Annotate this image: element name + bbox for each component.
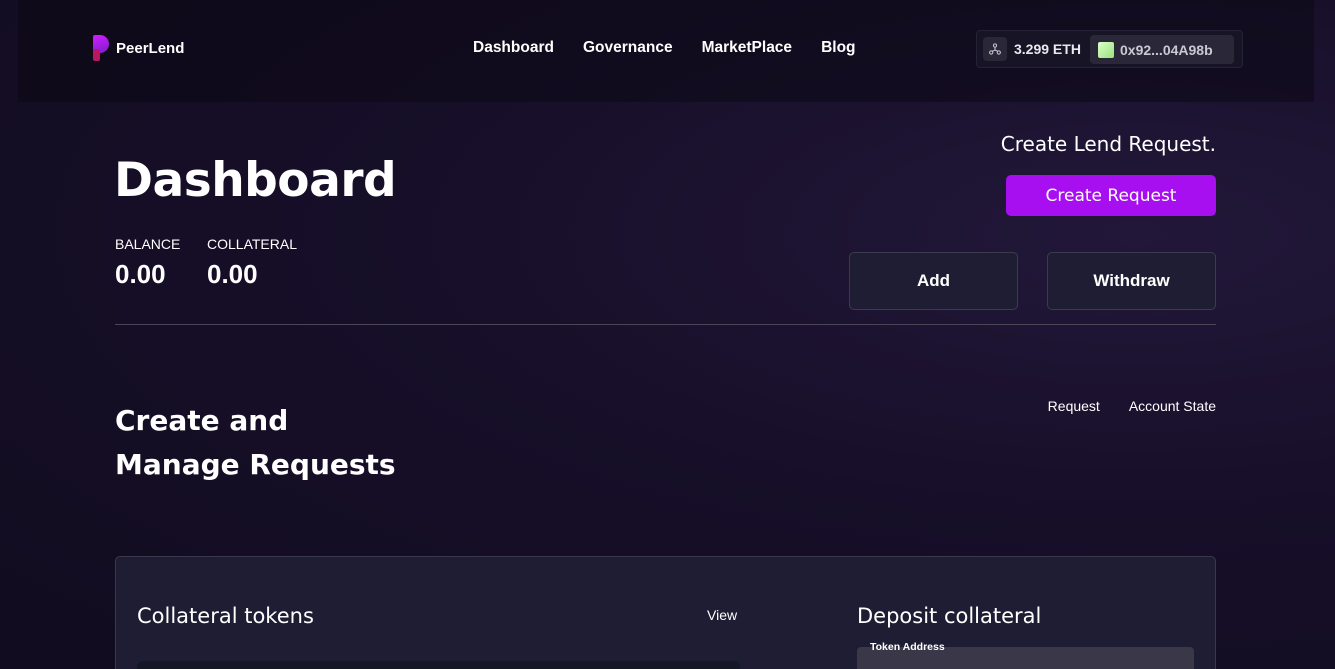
collateral-panel: Collateral tokens View Deposit collatera…	[115, 556, 1216, 669]
balance-label: BALANCE	[115, 236, 181, 252]
eth-balance: 3.299 ETH	[1014, 41, 1081, 57]
collateral-tokens-title: Collateral tokens	[137, 604, 314, 628]
brand-logo[interactable]: PeerLend	[93, 35, 184, 61]
main-nav: Dashboard Governance MarketPlace Blog	[473, 39, 885, 57]
nav-link-marketplace[interactable]: MarketPlace	[702, 39, 792, 57]
collateral-value: 0.00	[207, 259, 258, 289]
peerlend-logo-icon	[93, 35, 111, 61]
wallet-address: 0x92...04A98b	[1120, 41, 1213, 58]
account-avatar	[1098, 41, 1114, 58]
section-title: Create and Manage Requests	[115, 404, 396, 481]
nav-link-governance[interactable]: Governance	[583, 39, 673, 57]
add-button[interactable]: Add	[849, 252, 1018, 310]
deposit-collateral-title: Deposit collateral	[857, 604, 1042, 628]
page-title: Dashboard	[114, 153, 397, 208]
withdraw-button[interactable]: Withdraw	[1047, 252, 1216, 310]
account-button[interactable]: 0x92...04A98b	[1090, 35, 1234, 64]
brand-name: PeerLend	[116, 39, 185, 57]
tab-request[interactable]: Request	[1048, 398, 1100, 414]
network-icon	[983, 37, 1007, 61]
collateral-token-list	[137, 661, 740, 669]
collateral-label: COLLATERAL	[207, 236, 297, 252]
create-request-button[interactable]: Create Request	[1006, 175, 1216, 216]
view-link[interactable]: View	[707, 607, 737, 623]
token-address-label: Token Address	[870, 641, 945, 653]
balance-value: 0.00	[115, 259, 166, 289]
tab-account-state[interactable]: Account State	[1129, 398, 1216, 414]
wallet-widget: 3.299 ETH 0x92...04A98b	[976, 30, 1243, 68]
section-tabs: Request Account State	[1019, 398, 1216, 414]
create-lend-request-heading: Create Lend Request.	[1000, 132, 1216, 156]
network-button[interactable]: 3.299 ETH	[983, 37, 1081, 61]
nav-link-blog[interactable]: Blog	[821, 39, 855, 57]
divider	[115, 324, 1216, 325]
nav-link-dashboard[interactable]: Dashboard	[473, 39, 554, 57]
